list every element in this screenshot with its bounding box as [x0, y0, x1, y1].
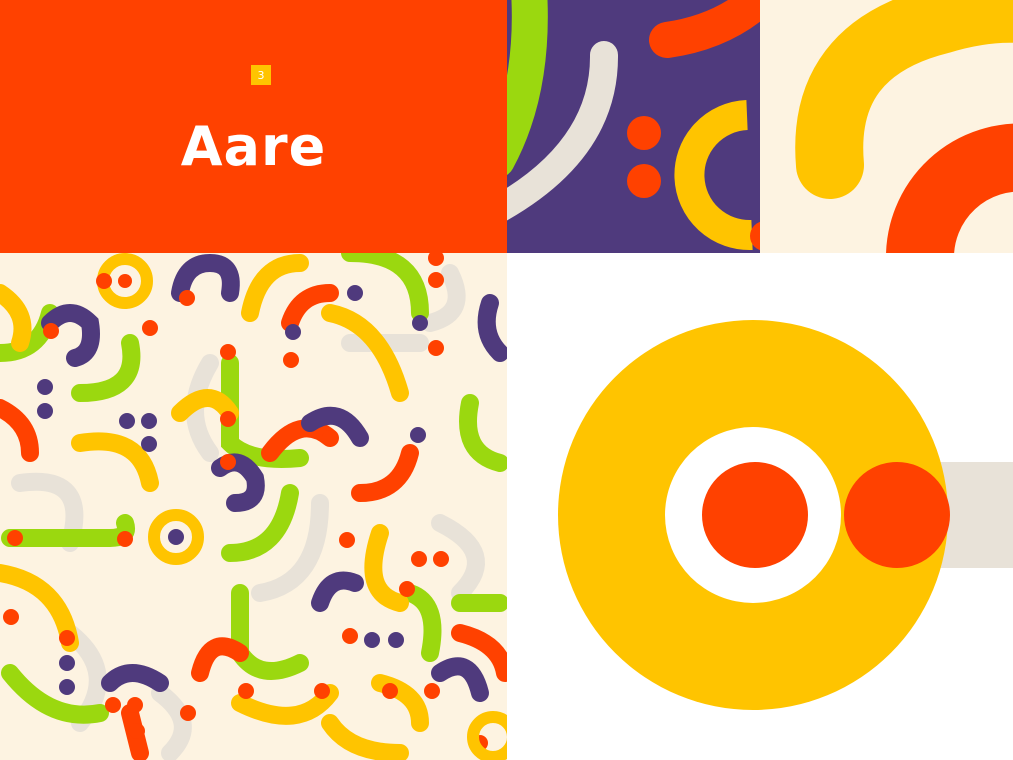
red-dot: [411, 551, 427, 567]
red-dot-bottom: [627, 164, 661, 198]
red-dot: [220, 411, 236, 427]
purple-dot: [364, 632, 380, 648]
brand-wordmark: Aare: [180, 115, 327, 178]
purple-dot: [412, 315, 428, 331]
number-badge: 3: [251, 65, 271, 85]
red-dot: [399, 581, 415, 597]
red-dot: [342, 628, 358, 644]
red-dot: [424, 683, 440, 699]
red-dot: [59, 630, 75, 646]
red-dot: [382, 683, 398, 699]
red-dot: [43, 323, 59, 339]
red-dot-top: [627, 116, 661, 150]
purple-dot: [59, 679, 75, 695]
purple-dot: [59, 655, 75, 671]
purple-dot: [141, 413, 157, 429]
red-dot: [220, 344, 236, 360]
red-side-dot: [844, 462, 950, 568]
red-center-dot: [702, 462, 808, 568]
purple-shapes-tile: [507, 0, 760, 253]
purple-dot: [37, 403, 53, 419]
red-dot: [118, 274, 132, 288]
red-dot: [3, 609, 19, 625]
red-dot: [283, 352, 299, 368]
red-dot: [179, 290, 195, 306]
brand-panel: 3 Aare: [0, 0, 507, 253]
cream-shapes-tile: [760, 0, 1013, 253]
red-dot: [127, 697, 143, 713]
purple-squiggle: [101, 664, 169, 692]
purple-dot: [388, 632, 404, 648]
purple-dot: [37, 379, 53, 395]
purple-dot: [119, 413, 135, 429]
red-dot: [433, 551, 449, 567]
purple-dot: [285, 324, 301, 340]
red-dot: [142, 320, 158, 336]
red-dot: [314, 683, 330, 699]
squiggle-pattern-tile: [0, 253, 507, 760]
purple-dot: [141, 436, 157, 452]
red-dot: [129, 723, 145, 739]
red-dot: [96, 273, 112, 289]
red-dot: [7, 530, 23, 546]
red-dot: [428, 272, 444, 288]
logo-mark-tile: [507, 253, 1013, 760]
red-dot: [428, 340, 444, 356]
red-dot: [238, 683, 254, 699]
red-dot: [322, 430, 338, 446]
red-dot: [339, 532, 355, 548]
purple-dot: [410, 427, 426, 443]
purple-dot: [347, 285, 363, 301]
red-dot: [117, 531, 133, 547]
purple-dot: [168, 529, 184, 545]
red-dot: [220, 454, 236, 470]
red-dot: [180, 705, 196, 721]
red-dot: [105, 697, 121, 713]
